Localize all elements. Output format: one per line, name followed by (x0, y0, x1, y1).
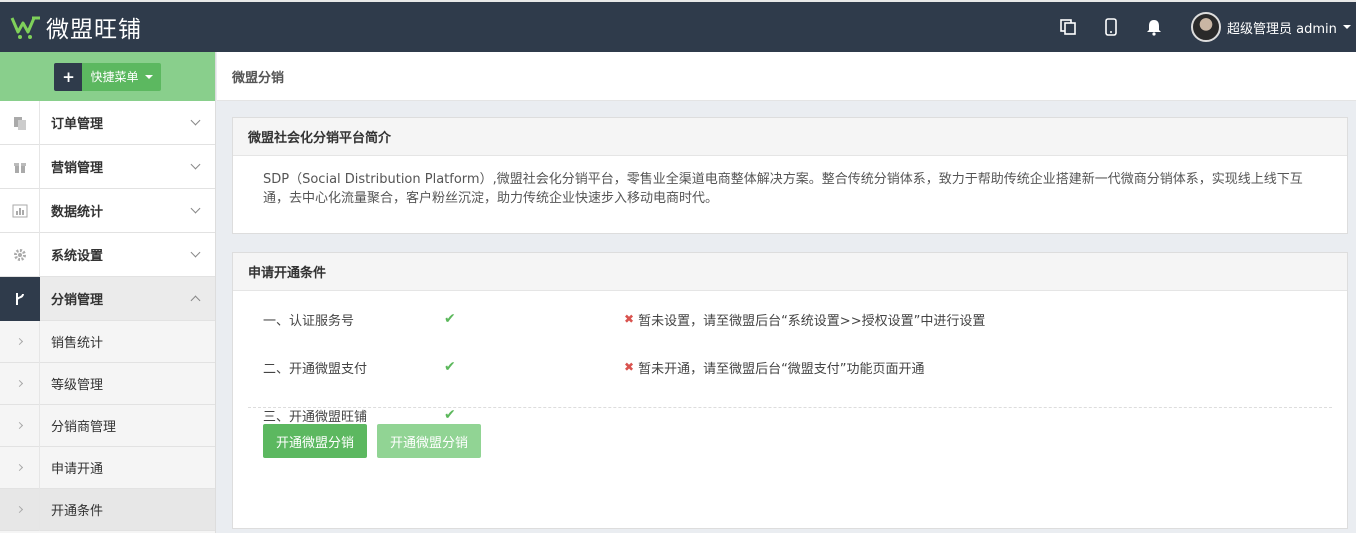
condition-row: 二、开通微盟支付 ✔ ✖ 暂未开通，请至微盟后台“微盟支付”功能页面开通 (233, 357, 1347, 377)
intro-text: SDP（Social Distribution Platform）,微盟社会化分… (263, 172, 1303, 206)
sidebar-item-label: 数据统计 (51, 205, 104, 220)
conditions-panel: 申请开通条件 一、认证服务号 ✔ ✖ 暂未设置，请至微盟后台“系统设置>>授权设… (232, 252, 1348, 529)
chevron-down-icon (144, 74, 153, 79)
logo[interactable]: 微盟旺铺 (10, 11, 142, 43)
sidebar-item-distribution[interactable]: 分销管理 (0, 276, 215, 321)
bar-chart-icon (0, 188, 40, 233)
chevron-right-icon (15, 379, 24, 388)
sidebar-subitem-apply-activation[interactable]: 申请开通 (0, 446, 215, 489)
bell-icon[interactable] (1143, 16, 1165, 38)
condition-warning: 暂未设置，请至微盟后台“系统设置>>授权设置”中进行设置 (638, 313, 986, 329)
check-icon: ✔ (444, 407, 456, 423)
user-menu[interactable]: 超级管理员 admin (1191, 12, 1351, 42)
sidebar-item-settings[interactable]: 系统设置 (0, 232, 215, 277)
quick-menu-label: 快捷菜单 (90, 70, 139, 84)
check-icon: ✔ (444, 359, 456, 375)
sidebar-subitem-distributor-management[interactable]: 分销商管理 (0, 404, 215, 447)
sidebar-subitem-label: 分销商管理 (51, 420, 117, 435)
chevron-down-icon (1342, 25, 1351, 29)
gear-icon (0, 232, 40, 277)
chevron-down-icon (190, 203, 201, 214)
sidebar: + 快捷菜单 订单管理 营销管理 数据统计 系统设置 分销管理 销售统计 等级管… (0, 52, 216, 533)
main-content: 微盟分销 微盟社会化分销平台简介 SDP（Social Distribution… (217, 52, 1356, 533)
fork-icon (0, 276, 40, 321)
sidebar-item-label: 分销管理 (51, 293, 104, 308)
condition-warning: 暂未开通，请至微盟后台“微盟支付”功能页面开通 (638, 361, 925, 377)
chevron-right-icon (15, 463, 24, 472)
condition-name: 二、开通微盟支付 (263, 361, 368, 377)
intro-panel: 微盟社会化分销平台简介 SDP（Social Distribution Plat… (232, 117, 1348, 234)
condition-row: 三、开通微盟旺铺 ✔ (233, 405, 1347, 425)
order-icon (0, 100, 40, 145)
mobile-icon[interactable] (1100, 16, 1122, 38)
chevron-up-icon (190, 295, 201, 306)
sidebar-item-orders[interactable]: 订单管理 (0, 100, 215, 145)
close-icon: ✖ (624, 360, 635, 374)
sidebar-item-label: 营销管理 (51, 161, 104, 176)
activate-distribution-button-disabled[interactable]: 开通微盟分销 (377, 424, 482, 458)
sidebar-item-label: 订单管理 (51, 117, 104, 132)
chevron-down-icon (190, 159, 201, 170)
breadcrumb: 微盟分销 (217, 52, 1356, 101)
sidebar-subitem-label: 申请开通 (51, 462, 104, 477)
condition-row: 一、认证服务号 ✔ ✖ 暂未设置，请至微盟后台“系统设置>>授权设置”中进行设置 (233, 309, 1347, 329)
quick-menu-area: + 快捷菜单 (0, 52, 215, 101)
divider (248, 407, 1332, 408)
sidebar-item-statistics[interactable]: 数据统计 (0, 188, 215, 233)
condition-name: 三、开通微盟旺铺 (263, 409, 368, 425)
logo-text: 微盟旺铺 (46, 17, 142, 43)
sidebar-subitem-sales-stats[interactable]: 销售统计 (0, 320, 215, 363)
sidebar-item-label: 系统设置 (51, 249, 104, 264)
sidebar-subitem-label: 销售统计 (51, 336, 104, 351)
plus-icon: + (54, 62, 83, 91)
activate-distribution-button[interactable]: 开通微盟分销 (263, 424, 368, 458)
condition-name: 一、认证服务号 (263, 313, 355, 329)
conditions-panel-title: 申请开通条件 (233, 253, 1347, 291)
cart-logo-icon (10, 16, 40, 39)
user-name: 超级管理员 admin (1227, 21, 1337, 37)
sidebar-subitem-label: 等级管理 (51, 378, 104, 393)
sidebar-subitem-level-management[interactable]: 等级管理 (0, 362, 215, 405)
chevron-down-icon (190, 247, 201, 258)
chevron-right-icon (15, 337, 24, 346)
intro-panel-title: 微盟社会化分销平台简介 (233, 118, 1347, 156)
sidebar-item-marketing[interactable]: 营销管理 (0, 144, 215, 189)
chevron-down-icon (190, 115, 201, 126)
sidebar-subitem-label: 开通条件 (51, 504, 104, 519)
top-navbar: 微盟旺铺 超级管理员 admin (0, 0, 1356, 52)
sidebar-subitem-activation-conditions[interactable]: 开通条件 (0, 488, 215, 531)
check-icon: ✔ (444, 311, 456, 327)
chevron-right-icon (15, 505, 24, 514)
chevron-right-icon (15, 421, 24, 430)
close-icon: ✖ (624, 312, 635, 326)
quick-menu-button[interactable]: + 快捷菜单 (54, 62, 161, 91)
gift-icon (0, 144, 40, 189)
avatar (1191, 12, 1221, 42)
copy-icon[interactable] (1057, 16, 1079, 38)
